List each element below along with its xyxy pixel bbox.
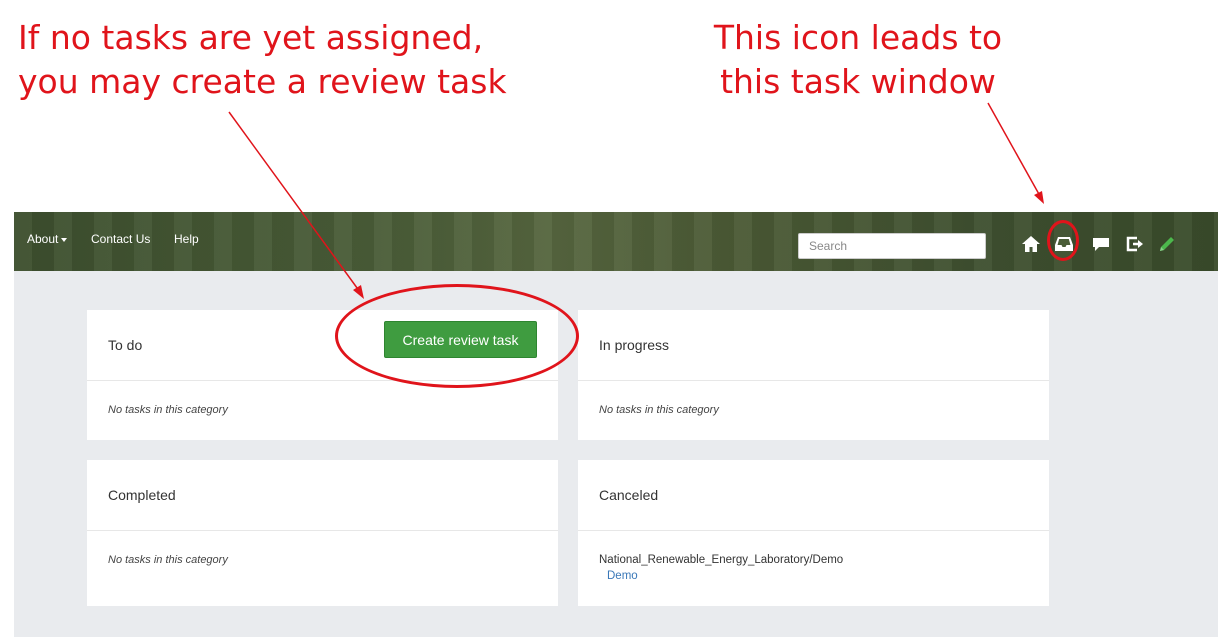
inbox-icon-highlight bbox=[1047, 220, 1079, 261]
annotation-line: This icon leads to bbox=[713, 18, 1003, 57]
in-progress-empty-message: No tasks in this category bbox=[599, 404, 719, 416]
nav-about-dropdown[interactable]: About bbox=[27, 232, 68, 246]
annotation-line: you may create a review task bbox=[18, 62, 507, 101]
nav-about-label: About bbox=[27, 232, 59, 246]
canceled-panel: Canceled National_Renewable_Energy_Labor… bbox=[578, 460, 1049, 606]
arrow-to-inbox-icon bbox=[987, 102, 1041, 197]
canceled-task-path: National_Renewable_Energy_Laboratory/Dem… bbox=[599, 554, 844, 566]
in-progress-title: In progress bbox=[599, 337, 670, 353]
pencil-icon[interactable] bbox=[1157, 234, 1177, 254]
caret-down-icon bbox=[61, 237, 68, 242]
canceled-task-link[interactable]: Demo bbox=[607, 570, 638, 582]
in-progress-panel-header: In progress bbox=[578, 310, 1049, 381]
annotation-line: this task window bbox=[720, 62, 996, 101]
annotation-create-task: If no tasks are yet assigned, you may cr… bbox=[18, 16, 507, 104]
completed-empty-message: No tasks in this category bbox=[108, 554, 228, 566]
chat-icon[interactable] bbox=[1091, 234, 1111, 254]
annotation-line: If no tasks are yet assigned, bbox=[18, 18, 484, 57]
logout-icon[interactable] bbox=[1125, 234, 1145, 254]
completed-panel-header: Completed bbox=[87, 460, 558, 531]
create-button-highlight bbox=[335, 284, 579, 388]
todo-title: To do bbox=[108, 337, 143, 353]
canceled-title: Canceled bbox=[599, 487, 659, 503]
canceled-panel-header: Canceled bbox=[578, 460, 1049, 531]
home-icon[interactable] bbox=[1021, 234, 1041, 254]
search-input[interactable] bbox=[798, 233, 986, 259]
nav-help[interactable]: Help bbox=[174, 232, 199, 246]
completed-panel: Completed No tasks in this category bbox=[87, 460, 558, 606]
todo-empty-message: No tasks in this category bbox=[108, 404, 228, 416]
nav-contact-us[interactable]: Contact Us bbox=[91, 232, 150, 246]
completed-title: Completed bbox=[108, 487, 176, 503]
app-window: About Contact Us Help To do Create revie… bbox=[14, 212, 1218, 637]
in-progress-panel: In progress No tasks in this category bbox=[578, 310, 1049, 440]
navbar: About Contact Us Help bbox=[14, 212, 1218, 271]
annotation-task-icon: This icon leads to this task window bbox=[708, 16, 1008, 104]
arrowhead-icon bbox=[1034, 191, 1044, 204]
